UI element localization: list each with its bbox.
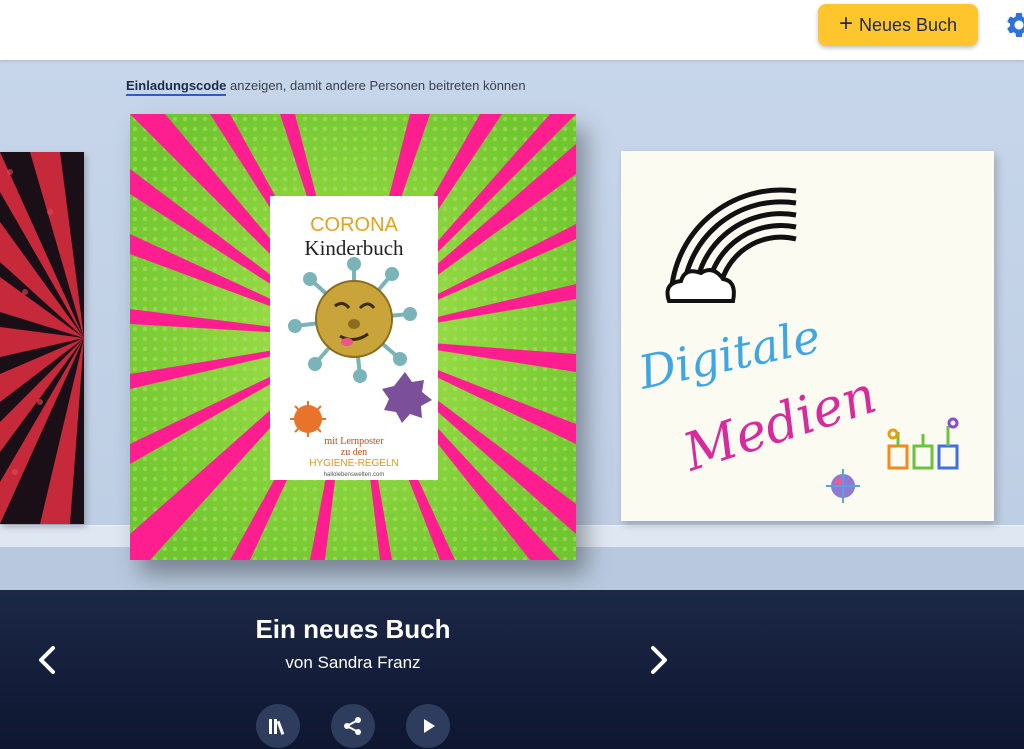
bookshelf: Einladungscode anzeigen, damit andere Pe… — [0, 60, 1024, 590]
selected-book-author: von Sandra Franz — [285, 653, 421, 672]
cover-subtitle-line3: HYGIENE-REGELN — [309, 458, 398, 469]
chevron-left-icon[interactable] — [28, 640, 68, 680]
book-cover-previous[interactable] — [0, 152, 84, 524]
comic-burst-cover — [0, 152, 84, 524]
cover-subtitle-line1: mit Lernposter — [324, 436, 384, 447]
book-info-panel: Ein neues Buch von Sandra Franz — [0, 590, 1024, 749]
cover-word-digitale: Digitale — [633, 309, 825, 400]
cover-title-kinderbuch: Kinderbuch — [304, 236, 404, 260]
invite-code-link[interactable]: Einladungscode — [126, 78, 227, 96]
selected-book-title: Ein neues Buch — [255, 614, 451, 644]
library-icon — [269, 719, 285, 735]
cover-subtitle-line2: zu den — [341, 447, 367, 458]
small-virus-icon — [826, 469, 860, 503]
digitale-medien-cover: Digitale Medien — [633, 187, 959, 503]
new-book-label: Neues Buch — [858, 14, 958, 35]
corona-book-cover: CORONA Kinderbuch mit Lernposter zu den … — [130, 114, 576, 560]
library-button[interactable] — [256, 704, 300, 748]
share-icon — [344, 717, 361, 735]
plus-icon: + — [838, 10, 853, 37]
book-cover-selected[interactable]: CORONA Kinderbuch mit Lernposter zu den … — [130, 114, 576, 560]
plant-pots-drawing — [887, 417, 959, 470]
book-cover-next[interactable]: Digitale Medien — [621, 151, 994, 521]
share-button[interactable] — [331, 704, 375, 748]
play-icon — [424, 719, 435, 733]
invite-hint: Einladungscode anzeigen, damit andere Pe… — [126, 78, 526, 96]
top-bar: + Neues Buch — [0, 0, 1024, 60]
small-virus-orange — [290, 401, 326, 437]
gear-icon[interactable] — [1004, 10, 1024, 40]
play-button[interactable] — [406, 704, 450, 748]
invite-hint-text: anzeigen, damit andere Personen beitrete… — [226, 78, 526, 93]
cover-title-corona: CORONA — [310, 214, 398, 236]
cover-footer: hallolebenswelten.com — [324, 472, 385, 478]
chevron-right-icon[interactable] — [638, 640, 678, 680]
new-book-button[interactable]: + Neues Buch — [818, 4, 978, 46]
